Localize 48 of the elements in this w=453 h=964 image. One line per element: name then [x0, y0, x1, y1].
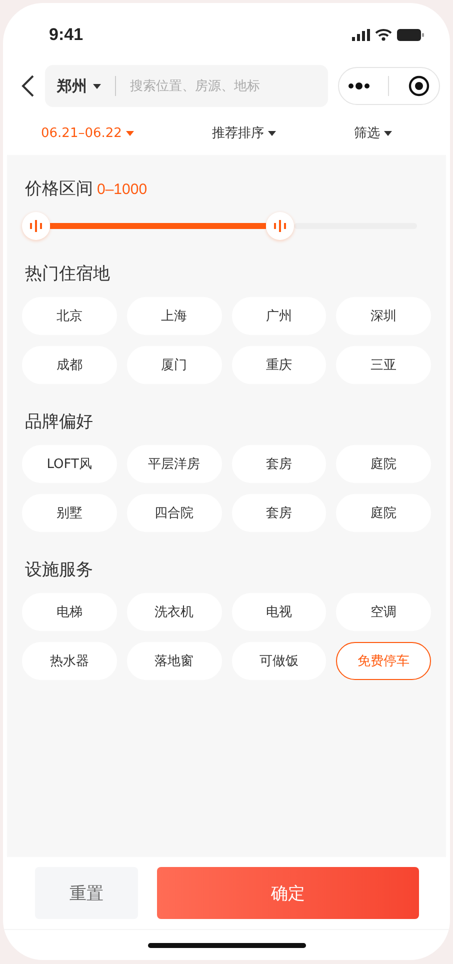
- option-chip[interactable]: 庭院: [336, 445, 431, 483]
- option-chip[interactable]: LOFT风: [22, 445, 117, 483]
- option-chip[interactable]: 洗衣机: [126, 593, 222, 631]
- price-range: 0–1000: [97, 181, 148, 198]
- caret-icon: [268, 130, 276, 136]
- option-chip[interactable]: 成都: [22, 346, 117, 384]
- option-chip[interactable]: 北京: [22, 297, 117, 335]
- section-title: 价格区间: [25, 178, 93, 200]
- battery-icon: [397, 29, 424, 41]
- grip-icon: [272, 219, 287, 233]
- option-chip[interactable]: 平层洋房: [126, 445, 222, 483]
- option-chip[interactable]: 上海: [126, 297, 222, 335]
- option-chip[interactable]: 深圳: [336, 297, 431, 335]
- slider-thumb[interactable]: [22, 212, 50, 240]
- signal-icon: [352, 29, 370, 41]
- wifi-icon: [375, 29, 392, 41]
- section-title: 设施服务: [25, 559, 93, 581]
- status-time: 9:41: [49, 25, 84, 45]
- option-chip[interactable]: 四合院: [126, 494, 222, 532]
- back-icon[interactable]: [21, 75, 35, 97]
- option-chip[interactable]: 广州: [232, 297, 326, 335]
- search-placeholder: 搜索位置、房源、地标: [130, 78, 260, 95]
- option-chip[interactable]: 厦门: [126, 346, 222, 384]
- sort-tab[interactable]: 筛选: [354, 124, 392, 142]
- section-title: 热门住宿地: [25, 263, 110, 285]
- caret-icon: [384, 130, 392, 136]
- section-title: 品牌偏好: [25, 411, 93, 433]
- more-icon[interactable]: [348, 82, 370, 90]
- option-chip[interactable]: 热水器: [22, 642, 117, 680]
- slider-thumb[interactable]: [266, 212, 294, 240]
- caret-icon: [93, 84, 101, 88]
- reset-button[interactable]: 重置: [35, 867, 138, 919]
- option-chip[interactable]: 可做饭: [232, 642, 326, 680]
- grip-icon: [29, 219, 43, 233]
- option-chip[interactable]: 重庆: [232, 346, 326, 384]
- option-chip[interactable]: 落地窗: [126, 642, 222, 680]
- sort-tab[interactable]: 推荐排序: [212, 124, 276, 142]
- search-field[interactable]: 郑州 搜索位置、房源、地标: [45, 65, 328, 107]
- city-selector[interactable]: 郑州: [57, 76, 87, 96]
- option-chip[interactable]: 庭院: [336, 494, 431, 532]
- option-chip[interactable]: 套房: [232, 494, 326, 532]
- option-chip[interactable]: 套房: [232, 445, 326, 483]
- option-chip[interactable]: 电梯: [22, 593, 117, 631]
- caret-icon: [126, 130, 134, 136]
- option-chip[interactable]: 电视: [232, 593, 326, 631]
- option-chip[interactable]: 三亚: [336, 346, 431, 384]
- option-chip[interactable]: 空调: [336, 593, 431, 631]
- option-chip[interactable]: 别墅: [22, 494, 117, 532]
